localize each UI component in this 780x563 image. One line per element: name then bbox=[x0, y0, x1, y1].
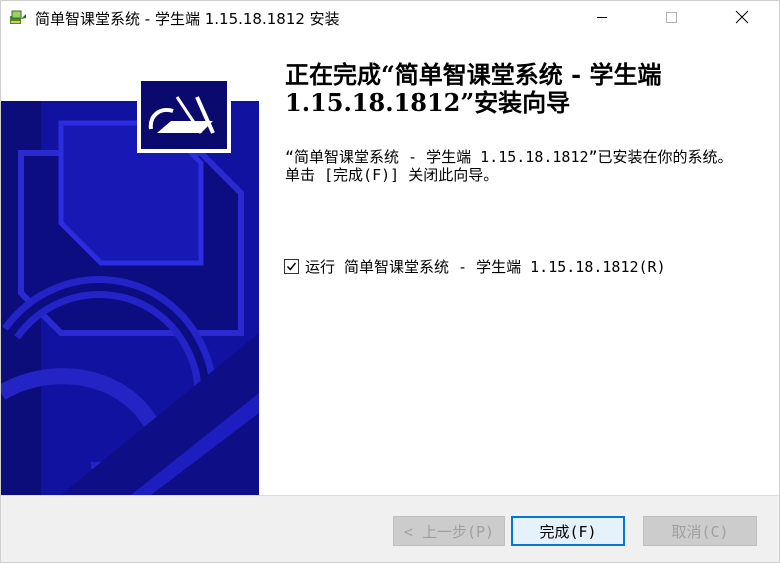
completion-message: “简单智课堂系统 - 学生端 1.15.18.1812”已安装在你的系统。 单击… bbox=[285, 148, 755, 184]
title-bar: 简单智课堂系统 - 学生端 1.15.18.1812 安装 bbox=[1, 1, 779, 33]
message-finish-hint: 单击 [完成(F)] 关闭此向导。 bbox=[285, 166, 499, 184]
cancel-button[interactable]: 取消(C) bbox=[643, 516, 757, 546]
back-button[interactable]: < 上一步(P) bbox=[393, 516, 505, 546]
run-after-install-checkbox[interactable]: 运行 简单智课堂系统 - 学生端 1.15.18.1812(R) bbox=[284, 256, 666, 277]
wizard-banner-image bbox=[1, 33, 259, 495]
close-icon bbox=[735, 10, 749, 24]
message-installed-line: “简单智课堂系统 - 学生端 1.15.18.1812”已安装在你的系统。 bbox=[285, 148, 733, 166]
finish-button[interactable]: 完成(F) bbox=[511, 516, 625, 546]
window-title: 简单智课堂系统 - 学生端 1.15.18.1812 安装 bbox=[35, 10, 340, 28]
minimize-button[interactable] bbox=[579, 1, 625, 33]
minimize-icon bbox=[597, 17, 607, 18]
wizard-heading: 正在完成“简单智课堂系统 - 学生端 1.15.18.1812”安装向导 bbox=[285, 60, 662, 117]
close-button[interactable] bbox=[719, 1, 765, 33]
checkbox-label: 运行 简单智课堂系统 - 学生端 1.15.18.1812(R) bbox=[305, 258, 666, 276]
checkbox-box[interactable] bbox=[284, 259, 299, 274]
installer-icon bbox=[9, 9, 27, 25]
installer-window: 简单智课堂系统 - 学生端 1.15.18.1812 安装 正在完成“简单智课堂… bbox=[0, 0, 780, 563]
maximize-button[interactable] bbox=[648, 1, 694, 33]
checkmark-icon bbox=[286, 262, 297, 271]
maximize-icon bbox=[666, 12, 677, 23]
button-bar: < 上一步(P) 完成(F) 取消(C) bbox=[1, 495, 779, 562]
